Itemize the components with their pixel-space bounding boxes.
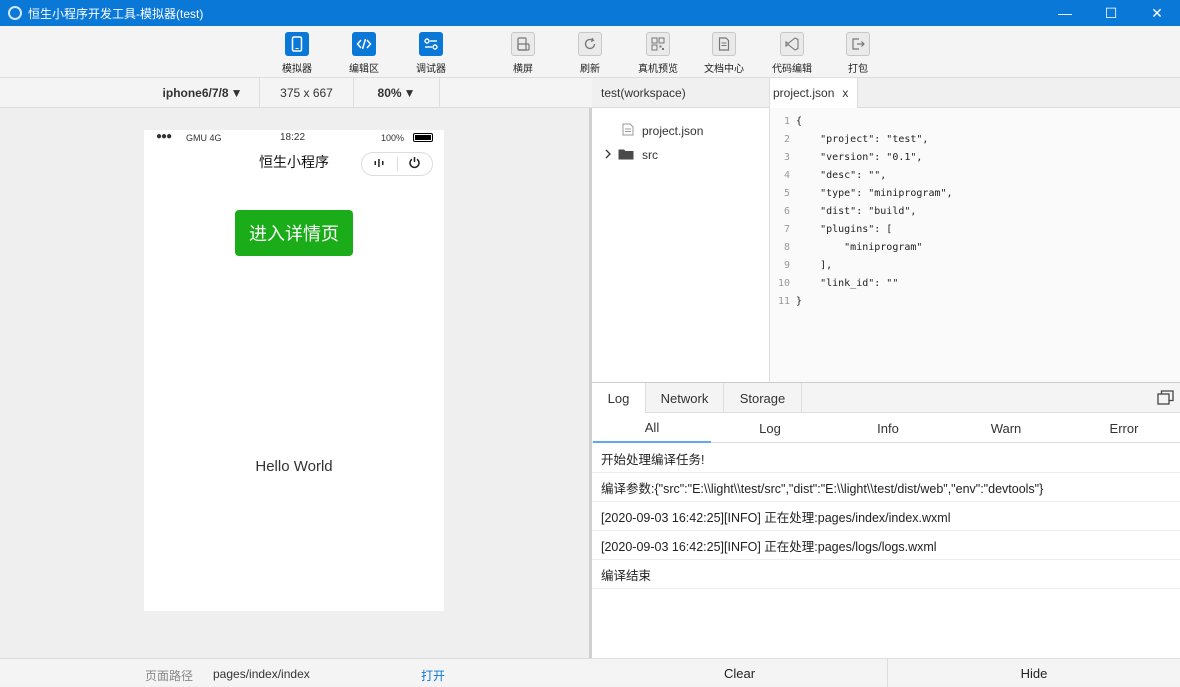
phone-screen: ●●● GMU 4G 18:22 100% 恒生小程序 进入详情页 Hello … (144, 130, 444, 611)
file-icon (622, 123, 634, 139)
code-line: 7 "plugins": [ (783, 223, 893, 235)
device-preview-button[interactable]: 真机预览 (628, 32, 688, 75)
code-icon (352, 32, 376, 56)
code-line: 10 "link_id": "" (777, 277, 899, 289)
page-path-label: 页面路径 (145, 669, 194, 683)
qrcode-icon (646, 32, 670, 56)
log-row: [2020-09-03 16:42:25][INFO] 正在处理:pages/i… (592, 502, 1180, 531)
vscode-icon (780, 32, 804, 56)
tab-network[interactable]: Network (646, 383, 724, 413)
level-error[interactable]: Error (1065, 413, 1180, 443)
caret-down-icon: ▼ (230, 86, 243, 100)
device-bar: iphone6/7/8 ▼ 375 x 667 80% ▼ (0, 78, 592, 108)
log-row: [2020-09-03 16:42:25][INFO] 正在处理:pages/l… (592, 531, 1180, 560)
settings-sliders-icon (419, 32, 443, 56)
more-options-icon[interactable] (362, 157, 397, 172)
caret-down-icon: ▼ (403, 86, 416, 100)
battery-percent: 100% (381, 133, 405, 143)
tree-item-src[interactable]: src (604, 145, 658, 165)
level-all[interactable]: All (593, 413, 711, 443)
minimize-button[interactable]: — (1042, 0, 1088, 26)
window-controls: — ☐ ✕ (1042, 0, 1180, 26)
code-line: 3 "version": "0.1", (783, 151, 923, 163)
simulator-button[interactable]: 模拟器 (267, 32, 327, 75)
file-tabs: test(workspace) project.json x (592, 78, 1180, 108)
level-warn[interactable]: Warn (947, 413, 1065, 443)
code-line: 9 ], (783, 259, 833, 271)
tree-item-project-json[interactable]: project.json (622, 121, 703, 141)
code-line: 6 "dist": "build", (783, 205, 917, 217)
editor-button[interactable]: 编辑区 (334, 32, 394, 75)
log-row: 编译结束 (592, 560, 1180, 589)
log-level-filter: All Log Info Warn Error (592, 413, 1180, 443)
go-detail-button[interactable]: 进入详情页 (235, 210, 353, 256)
page-path: pages/index/index (213, 667, 310, 681)
capsule-menu[interactable] (361, 152, 433, 176)
log-row: 编译参数:{"src":"E:\\light\\test/src","dist"… (592, 473, 1180, 502)
folder-icon (618, 148, 634, 163)
code-line: 8 "miniprogram" (783, 241, 923, 253)
hide-button[interactable]: Hide (888, 659, 1180, 687)
status-bar: ●●● GMU 4G 18:22 100% (144, 130, 444, 146)
device-model-select[interactable]: iphone6/7/8 ▼ (146, 78, 260, 108)
console-footer: Clear Hide (592, 658, 1180, 687)
console-panel: Log Network Storage All Log Info Warn Er… (592, 382, 1180, 658)
simulator-area: ●●● GMU 4G 18:22 100% 恒生小程序 进入详情页 Hello … (0, 108, 590, 658)
open-link[interactable]: 打开 (421, 667, 445, 684)
workspace-label: test(workspace) (592, 78, 770, 108)
code-editor[interactable]: 1{ 2 "project": "test", 3 "version": "0.… (770, 108, 1180, 382)
debugger-button[interactable]: 调试器 (401, 32, 461, 75)
resolution-display: 375 x 667 (260, 78, 354, 108)
phone-icon (285, 32, 309, 56)
code-edit-button[interactable]: 代码编辑 (762, 32, 822, 75)
window-title: 恒生小程序开发工具-模拟器(test) (28, 6, 204, 21)
chevron-right-icon[interactable] (604, 148, 612, 162)
rotate-screen-icon (511, 32, 535, 56)
code-line: 1{ (783, 115, 803, 127)
hello-text: Hello World (255, 458, 333, 475)
status-time: 18:22 (280, 132, 306, 143)
title-bar: 恒生小程序开发工具-模拟器(test) — ☐ ✕ (0, 0, 1180, 26)
docs-button[interactable]: 文档中心 (694, 32, 754, 75)
zoom-select[interactable]: 80% ▼ (354, 78, 440, 108)
battery-icon (413, 133, 433, 142)
export-icon (846, 32, 870, 56)
tab-log[interactable]: Log (592, 383, 646, 413)
maximize-button[interactable]: ☐ (1088, 0, 1134, 26)
signal-icon: ●●● (156, 131, 172, 142)
landscape-button[interactable]: 横屏 (493, 32, 553, 75)
main-toolbar: 模拟器 编辑区 调试器 横屏 刷新 真机预览 文档中心 代码编辑 打包 (0, 26, 1180, 78)
pack-button[interactable]: 打包 (828, 32, 888, 75)
log-row: 开始处理编译任务! (592, 444, 1180, 473)
close-tab-icon[interactable]: x (842, 86, 848, 100)
code-line: 2 "project": "test", (783, 133, 929, 145)
level-info[interactable]: Info (829, 413, 947, 443)
popout-window-icon[interactable] (1157, 390, 1174, 408)
clear-button[interactable]: Clear (592, 659, 888, 687)
tab-storage[interactable]: Storage (724, 383, 802, 413)
refresh-button[interactable]: 刷新 (560, 32, 620, 75)
code-line: 5 "type": "miniprogram", (783, 187, 953, 199)
console-tabs: Log Network Storage (592, 383, 1180, 413)
code-line: 4 "desc": "", (783, 169, 887, 181)
sim-footer: 页面路径 pages/index/index 打开 (0, 658, 592, 686)
tab-project-json[interactable]: project.json x (770, 78, 858, 108)
document-icon (712, 32, 736, 56)
code-line: 11} (777, 295, 803, 307)
app-logo-icon (8, 6, 22, 20)
power-icon[interactable] (398, 156, 433, 172)
level-log[interactable]: Log (711, 413, 829, 443)
close-window-button[interactable]: ✕ (1134, 0, 1180, 26)
file-tree: project.json src (592, 108, 770, 382)
carrier-label: GMU 4G (186, 133, 222, 143)
refresh-icon (578, 32, 602, 56)
